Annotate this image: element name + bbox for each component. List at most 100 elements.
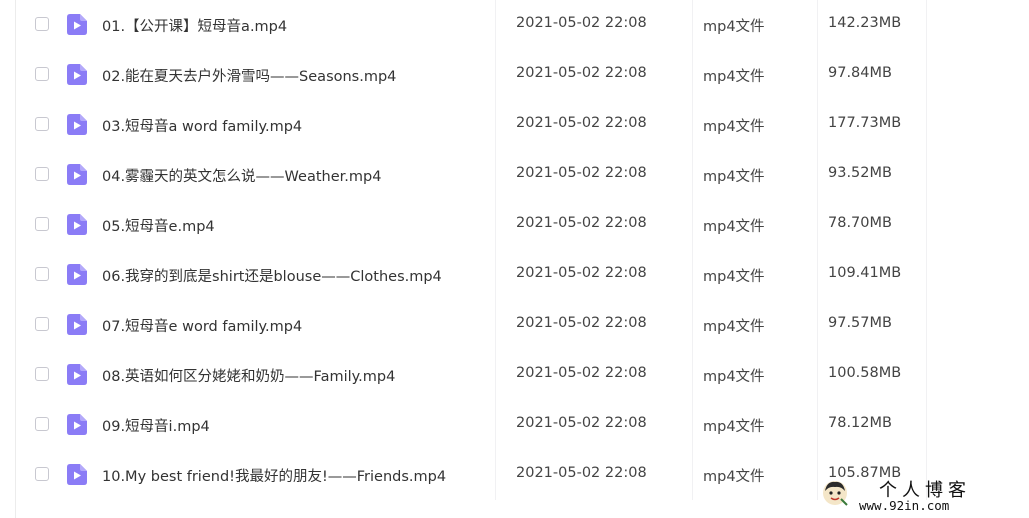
row-checkbox[interactable] — [35, 317, 49, 331]
modified-date: 2021-05-02 22:08 — [516, 315, 647, 331]
row-checkbox[interactable] — [35, 17, 49, 31]
column-divider — [817, 0, 818, 50]
column-divider — [926, 300, 927, 350]
file-type: mp4文件 — [703, 19, 765, 35]
file-type: mp4文件 — [703, 219, 765, 235]
file-size: 177.73MB — [828, 115, 902, 131]
column-divider — [495, 150, 496, 200]
column-divider — [817, 150, 818, 200]
modified-date: 2021-05-02 22:08 — [516, 65, 647, 81]
file-size: 97.57MB — [828, 315, 892, 331]
column-divider — [692, 150, 693, 200]
file-name[interactable]: 09.短母音i.mp4 — [102, 415, 210, 436]
row-checkbox[interactable] — [35, 117, 49, 131]
column-divider — [817, 250, 818, 300]
video-file-icon — [67, 14, 87, 35]
file-row[interactable]: 02.能在夏天去户外滑雪吗——Seasons.mp4 2021-05-02 22:… — [16, 50, 1029, 100]
file-row[interactable]: 04.雾霾天的英文怎么说——Weather.mp4 2021-05-02 22:0… — [16, 150, 1029, 200]
file-name[interactable]: 04.雾霾天的英文怎么说——Weather.mp4 — [102, 165, 381, 186]
modified-date: 2021-05-02 22:08 — [516, 415, 647, 431]
column-divider — [926, 150, 927, 200]
file-type: mp4文件 — [703, 69, 765, 85]
row-checkbox[interactable] — [35, 217, 49, 231]
column-divider — [692, 250, 693, 300]
file-size: 109.41MB — [828, 265, 902, 281]
file-type: mp4文件 — [703, 319, 765, 335]
file-name[interactable]: 02.能在夏天去户外滑雪吗——Seasons.mp4 — [102, 65, 396, 86]
file-size: 93.52MB — [828, 165, 892, 181]
row-checkbox[interactable] — [35, 367, 49, 381]
column-divider — [926, 450, 927, 500]
column-divider — [817, 450, 818, 500]
column-divider — [692, 0, 693, 50]
column-divider — [692, 200, 693, 250]
column-divider — [495, 450, 496, 500]
column-divider — [817, 100, 818, 150]
column-divider — [495, 250, 496, 300]
file-size: 78.70MB — [828, 215, 892, 231]
file-type: mp4文件 — [703, 469, 765, 485]
column-divider — [817, 400, 818, 450]
video-file-icon — [67, 414, 87, 435]
file-name[interactable]: 07.短母音e word family.mp4 — [102, 315, 302, 336]
column-divider — [926, 100, 927, 150]
column-divider — [495, 300, 496, 350]
column-divider — [817, 350, 818, 400]
column-divider — [495, 350, 496, 400]
column-divider — [692, 450, 693, 500]
file-size: 100.58MB — [828, 365, 902, 381]
file-row[interactable]: 05.短母音e.mp4 2021-05-02 22:08 mp4文件 78.70MB — [16, 200, 1029, 250]
modified-date: 2021-05-02 22:08 — [516, 115, 647, 131]
file-name[interactable]: 06.我穿的到底是shirt还是blouse——Clothes.mp4 — [102, 265, 442, 286]
file-size: 78.12MB — [828, 415, 892, 431]
column-divider — [495, 400, 496, 450]
column-divider — [926, 400, 927, 450]
row-checkbox[interactable] — [35, 67, 49, 81]
modified-date: 2021-05-02 22:08 — [516, 265, 647, 281]
row-checkbox[interactable] — [35, 267, 49, 281]
column-divider — [692, 100, 693, 150]
column-divider — [495, 100, 496, 150]
file-type: mp4文件 — [703, 369, 765, 385]
column-divider — [926, 0, 927, 50]
file-name[interactable]: 01.【公开课】短母音a.mp4 — [102, 15, 287, 36]
row-checkbox[interactable] — [35, 167, 49, 181]
file-row[interactable]: 06.我穿的到底是shirt还是blouse——Clothes.mp4 2021-… — [16, 250, 1029, 300]
column-divider — [495, 50, 496, 100]
row-checkbox[interactable] — [35, 417, 49, 431]
file-name[interactable]: 10.My best friend!我最好的朋友!——Friends.mp4 — [102, 465, 446, 486]
file-size: 105.87MB — [828, 465, 902, 481]
column-divider — [817, 200, 818, 250]
row-checkbox[interactable] — [35, 467, 49, 481]
modified-date: 2021-05-02 22:08 — [516, 15, 647, 31]
column-divider — [692, 400, 693, 450]
column-divider — [817, 300, 818, 350]
video-file-icon — [67, 314, 87, 335]
file-size: 142.23MB — [828, 15, 902, 31]
file-type: mp4文件 — [703, 269, 765, 285]
modified-date: 2021-05-02 22:08 — [516, 215, 647, 231]
file-list: 01.【公开课】短母音a.mp4 2021-05-02 22:08 mp4文件 142… — [16, 0, 1029, 518]
file-row[interactable]: 07.短母音e word family.mp4 2021-05-02 22:08 m… — [16, 300, 1029, 350]
file-name[interactable]: 08.英语如何区分姥姥和奶奶——Family.mp4 — [102, 365, 395, 386]
file-row[interactable]: 08.英语如何区分姥姥和奶奶——Family.mp4 2021-05-02 22:… — [16, 350, 1029, 400]
column-divider — [926, 200, 927, 250]
file-type: mp4文件 — [703, 169, 765, 185]
file-row[interactable]: 01.【公开课】短母音a.mp4 2021-05-02 22:08 mp4文件 142… — [16, 0, 1029, 50]
video-file-icon — [67, 264, 87, 285]
file-name[interactable]: 05.短母音e.mp4 — [102, 215, 215, 236]
file-row[interactable]: 10.My best friend!我最好的朋友!——Friends.mp4 20… — [16, 450, 1029, 500]
file-name[interactable]: 03.短母音a word family.mp4 — [102, 115, 302, 136]
file-row[interactable]: 03.短母音a word family.mp4 2021-05-02 22:08 m… — [16, 100, 1029, 150]
column-divider — [926, 50, 927, 100]
video-file-icon — [67, 64, 87, 85]
video-file-icon — [67, 164, 87, 185]
column-divider — [692, 300, 693, 350]
file-type: mp4文件 — [703, 419, 765, 435]
column-divider — [495, 200, 496, 250]
file-row[interactable]: 09.短母音i.mp4 2021-05-02 22:08 mp4文件 78.12MB — [16, 400, 1029, 450]
file-size: 97.84MB — [828, 65, 892, 81]
video-file-icon — [67, 114, 87, 135]
modified-date: 2021-05-02 22:08 — [516, 465, 647, 481]
column-divider — [495, 0, 496, 50]
